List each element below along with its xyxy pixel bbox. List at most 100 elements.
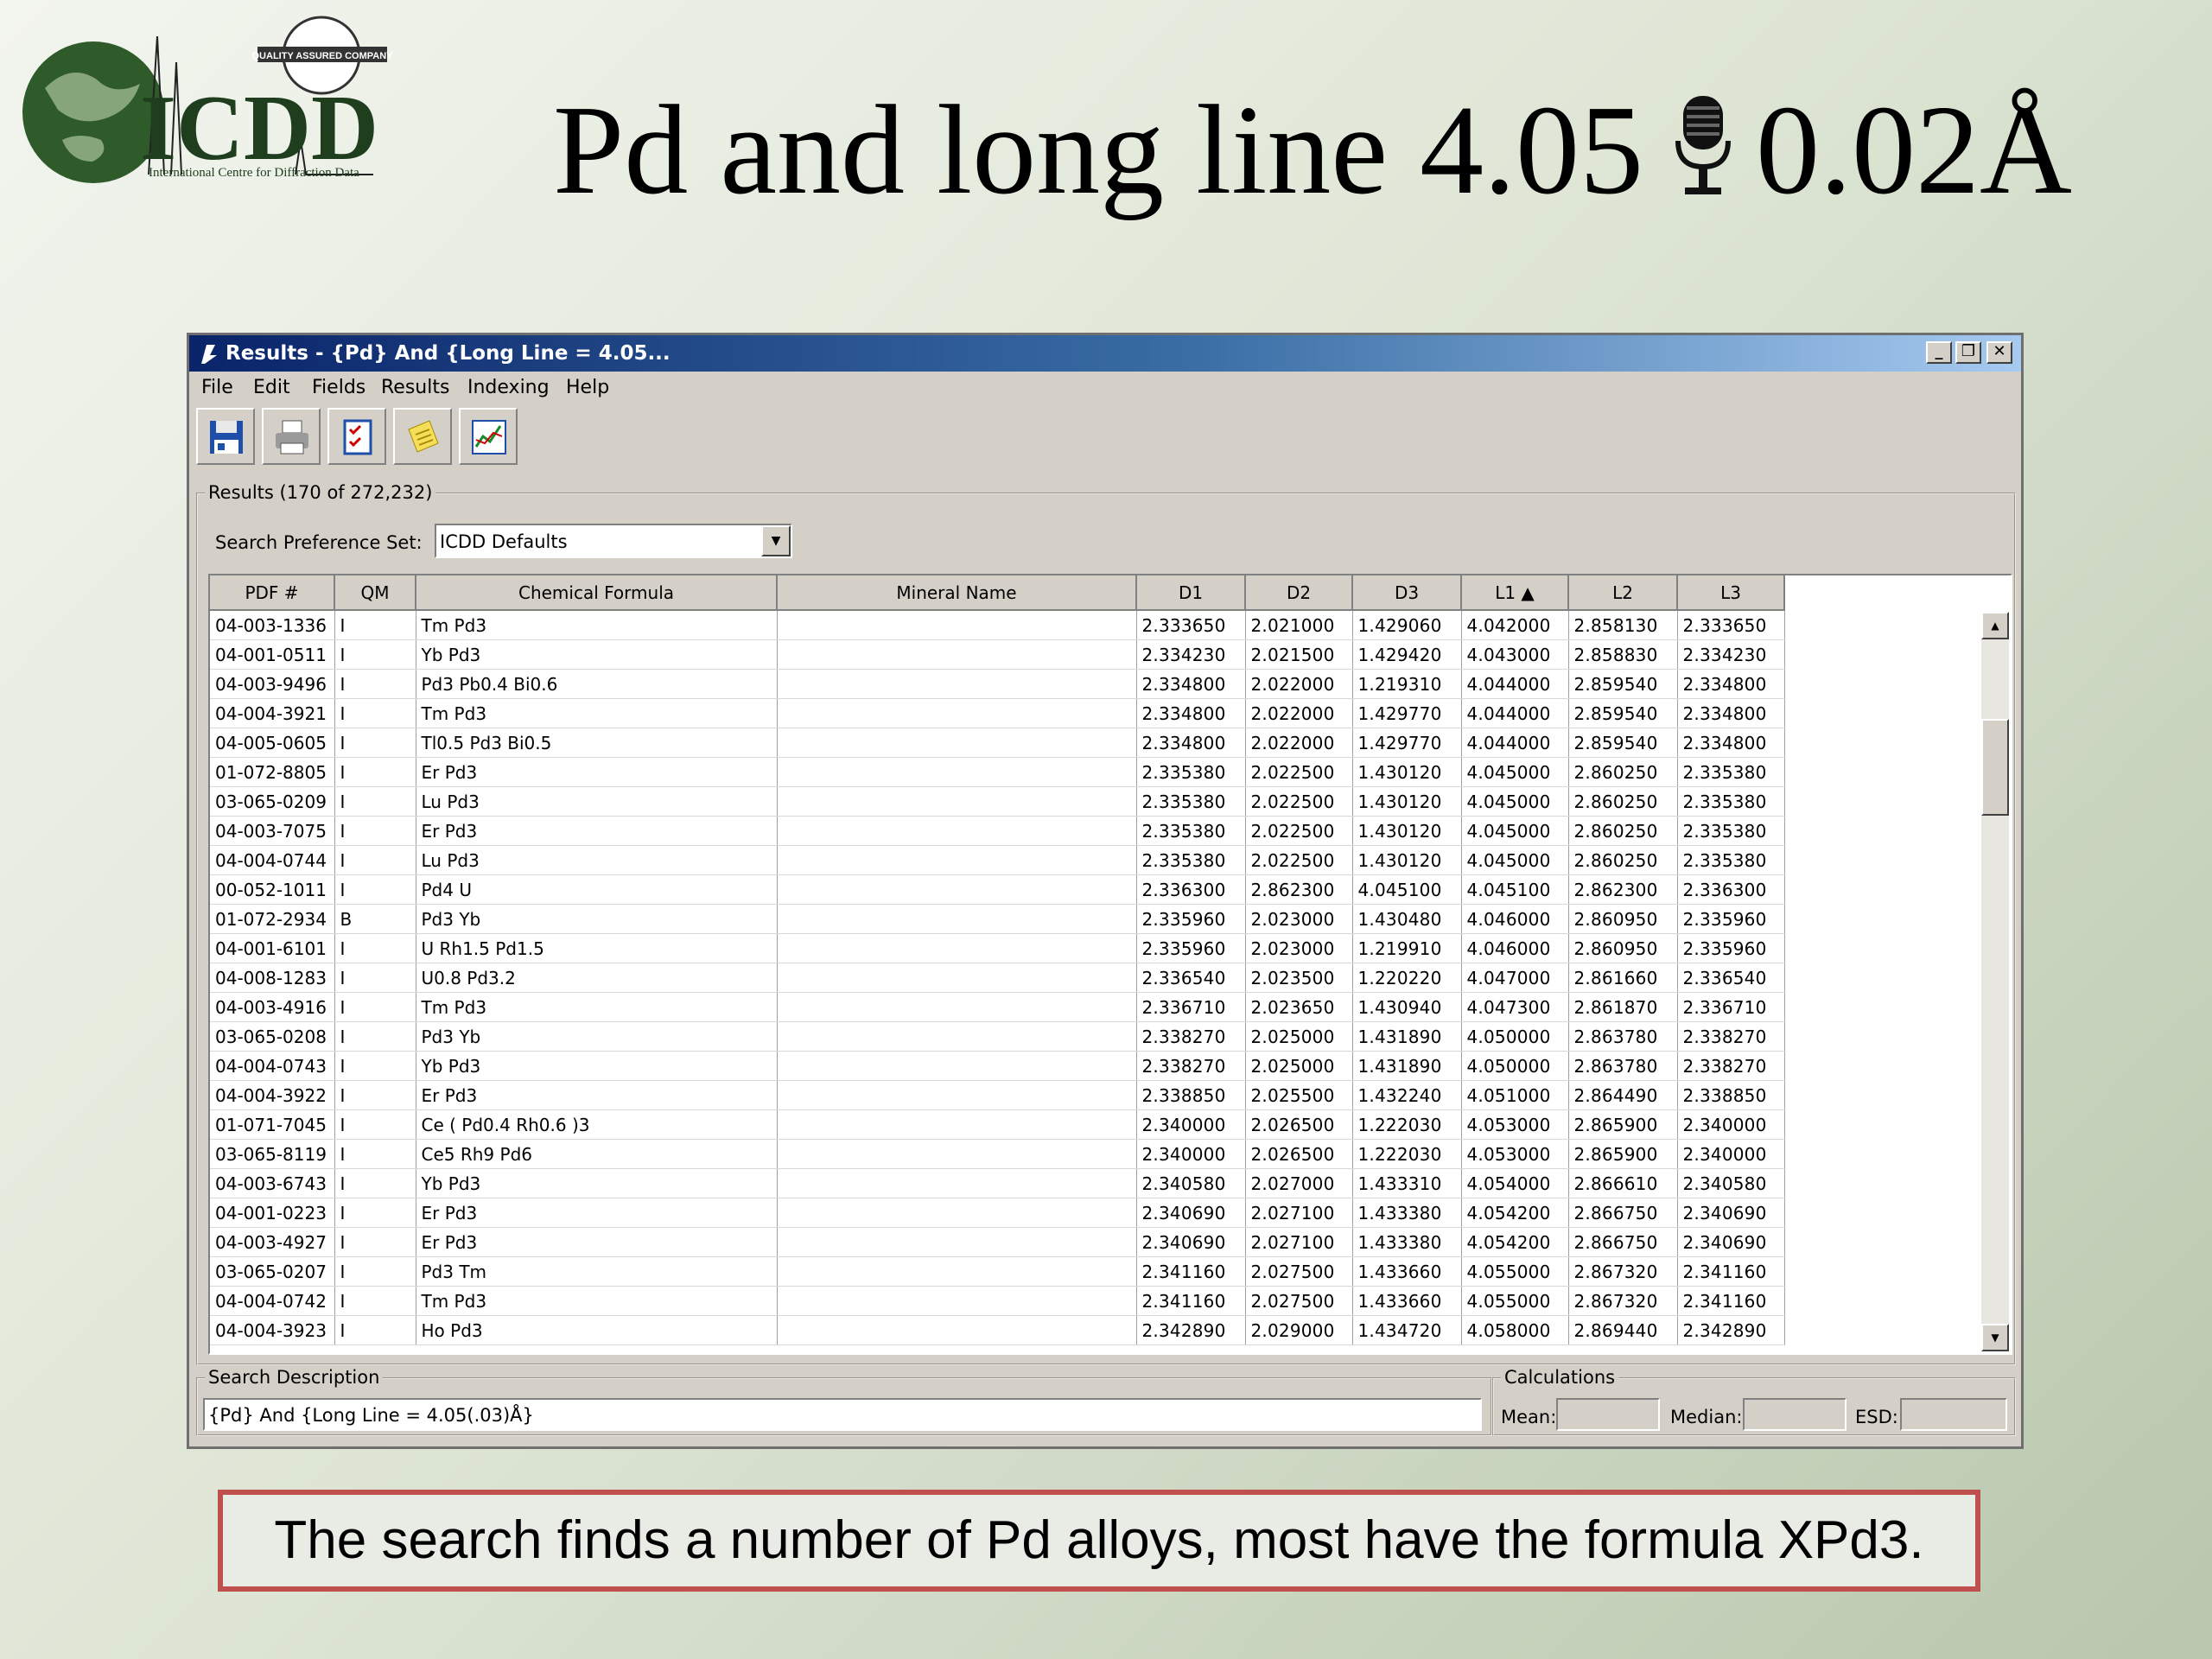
notes-button[interactable] [393, 408, 452, 465]
col-l1-sorted[interactable]: L1 ▲ [1461, 575, 1569, 611]
col-d2[interactable]: D2 [1245, 575, 1353, 611]
slide-caption: The search finds a number of Pd alloys, … [218, 1490, 1980, 1592]
table-row[interactable]: 04-005-0605 I Tl0.5 Pd3 Bi0.5 2.334800 2.022… [210, 728, 1785, 758]
menu-help[interactable]: Help [566, 377, 609, 398]
col-l2[interactable]: L2 [1568, 575, 1678, 611]
search-preference-select[interactable]: ICDD Defaults ▼ [435, 524, 792, 558]
cell-l3: 2.340690 [1677, 1198, 1785, 1228]
scroll-down-button[interactable]: ▼ [1981, 1324, 2009, 1351]
close-button[interactable]: ✕ [1986, 341, 2012, 364]
table-row[interactable]: 01-072-2934 B Pd3 Yb 2.335960 2.023000 1.4304… [210, 904, 1785, 934]
cell-l3: 2.340000 [1677, 1109, 1785, 1140]
cell-pdf-number: 04-003-7075 [210, 816, 335, 846]
cell-l3: 2.338850 [1677, 1080, 1785, 1110]
esd-field[interactable] [1900, 1398, 2007, 1431]
cell-d2: 2.023000 [1245, 904, 1353, 934]
cell-d2: 2.027500 [1245, 1286, 1353, 1316]
cell-l3: 2.338270 [1677, 1051, 1785, 1081]
minimize-button[interactable]: _ [1926, 341, 1952, 364]
cell-d2: 2.023500 [1245, 963, 1353, 993]
menu-edit[interactable]: Edit [253, 377, 290, 398]
col-d1[interactable]: D1 [1136, 575, 1246, 611]
cell-mineral-name [777, 757, 1137, 787]
slide-title-lead: Pd and long line 4.05 [553, 79, 1644, 221]
graph-button[interactable] [459, 408, 518, 465]
table-row[interactable]: 04-001-0511 I Yb Pd3 2.334230 2.021500 1.4294… [210, 639, 1785, 670]
search-description-group: Search Description {Pd} And {Long Line =… [196, 1367, 1492, 1436]
cell-l1: 4.044000 [1461, 669, 1569, 699]
table-row[interactable]: 04-004-0743 I Yb Pd3 2.338270 2.025000 1.4318… [210, 1051, 1785, 1081]
table-row[interactable]: 04-004-3923 I Ho Pd3 2.342890 2.029000 1.4347… [210, 1315, 1785, 1345]
median-field[interactable] [1743, 1398, 1847, 1431]
col-chemical-formula[interactable]: Chemical Formula [416, 575, 778, 611]
cell-l2: 2.863780 [1568, 1021, 1678, 1052]
checklist-button[interactable] [327, 408, 386, 465]
menu-indexing[interactable]: Indexing [467, 377, 550, 398]
table-row[interactable]: 04-001-0223 I Er Pd3 2.340690 2.027100 1.4333… [210, 1198, 1785, 1228]
table-row[interactable]: 04-008-1283 I U0.8 Pd3.2 2.336540 2.023500 1.… [210, 963, 1785, 993]
cell-d2: 2.022500 [1245, 816, 1353, 846]
cell-pdf-number: 01-072-8805 [210, 757, 335, 787]
cell-qm: I [334, 1256, 416, 1287]
table-row[interactable]: 04-003-4927 I Er Pd3 2.340690 2.027100 1.4333… [210, 1227, 1785, 1257]
menu-fields[interactable]: Fields [312, 377, 365, 398]
cell-d3: 1.430120 [1352, 786, 1462, 817]
cell-mineral-name [777, 1021, 1137, 1052]
cell-d3: 1.433660 [1352, 1256, 1462, 1287]
table-row[interactable]: 04-003-7075 I Er Pd3 2.335380 2.022500 1.4301… [210, 816, 1785, 846]
window-titlebar[interactable]: Results - {Pd} And {Long Line = 4.05... … [189, 335, 2021, 372]
cell-d2: 2.022000 [1245, 698, 1353, 728]
table-row[interactable]: 04-004-0744 I Lu Pd3 2.335380 2.022500 1.4301… [210, 845, 1785, 875]
table-row[interactable]: 04-003-1336 I Tm Pd3 2.333650 2.021000 1.4290… [210, 610, 1785, 640]
cell-mineral-name [777, 874, 1137, 905]
mean-field[interactable] [1556, 1398, 1660, 1431]
table-row[interactable]: 01-072-8805 I Er Pd3 2.335380 2.022500 1.4301… [210, 757, 1785, 787]
cell-l2: 2.859540 [1568, 669, 1678, 699]
col-mineral-name[interactable]: Mineral Name [777, 575, 1137, 611]
save-button[interactable] [196, 408, 255, 465]
cell-mineral-name [777, 963, 1137, 993]
cell-d3: 1.431890 [1352, 1051, 1462, 1081]
cell-l3: 2.341160 [1677, 1256, 1785, 1287]
cell-d2: 2.022000 [1245, 728, 1353, 758]
table-row[interactable]: 04-003-4916 I Tm Pd3 2.336710 2.023650 1.4309… [210, 992, 1785, 1022]
cell-mineral-name [777, 639, 1137, 670]
table-row[interactable]: 03-065-0207 I Pd3 Tm 2.341160 2.027500 1.4336… [210, 1256, 1785, 1287]
table-row[interactable]: 04-004-3921 I Tm Pd3 2.334800 2.022000 1.4297… [210, 698, 1785, 728]
cell-l1: 4.046000 [1461, 933, 1569, 963]
col-pdf-number[interactable]: PDF # [210, 575, 335, 611]
table-row[interactable]: 01-071-7045 I Ce ( Pd0.4 Rh0.6 )3 2.340000 2… [210, 1109, 1785, 1140]
search-description-label: Search Description [205, 1367, 384, 1388]
table-row[interactable]: 03-065-0208 I Pd3 Yb 2.338270 2.025000 1.4318… [210, 1021, 1785, 1052]
table-row[interactable]: 04-004-0742 I Tm Pd3 2.341160 2.027500 1.4336… [210, 1286, 1785, 1316]
table-row[interactable]: 04-003-9496 I Pd3 Pb0.4 Bi0.6 2.334800 2.022… [210, 669, 1785, 699]
vertical-scrollbar[interactable]: ▲ ▼ [1981, 612, 2009, 1351]
restore-button[interactable]: ❐ [1955, 341, 1981, 364]
scrollbar-thumb[interactable] [1981, 719, 2009, 816]
cell-pdf-number: 01-072-2934 [210, 904, 335, 934]
search-description-field[interactable]: {Pd} And {Long Line = 4.05(.03)Å} [203, 1398, 1482, 1431]
table-row[interactable]: 03-065-0209 I Lu Pd3 2.335380 2.022500 1.4301… [210, 786, 1785, 817]
cell-chemical-formula: U0.8 Pd3.2 [416, 963, 778, 993]
cell-d2: 2.862300 [1245, 874, 1353, 905]
table-row[interactable]: 04-003-6743 I Yb Pd3 2.340580 2.027000 1.4333… [210, 1168, 1785, 1198]
cell-d3: 1.433310 [1352, 1168, 1462, 1198]
cell-d3: 1.429770 [1352, 698, 1462, 728]
menu-results[interactable]: Results [381, 377, 449, 398]
menu-file[interactable]: File [201, 377, 233, 398]
col-qm[interactable]: QM [334, 575, 416, 611]
table-row[interactable]: 00-052-1011 I Pd4 U 2.336300 2.862300 4.04510… [210, 874, 1785, 905]
print-button[interactable] [262, 408, 321, 465]
table-row[interactable]: 04-004-3922 I Er Pd3 2.338850 2.025500 1.4322… [210, 1080, 1785, 1110]
cell-d1: 2.334800 [1136, 669, 1246, 699]
col-d3[interactable]: D3 [1352, 575, 1462, 611]
table-row[interactable]: 04-001-6101 I U Rh1.5 Pd1.5 2.335960 2.02300… [210, 933, 1785, 963]
table-row[interactable]: 03-065-8119 I Ce5 Rh9 Pd6 2.340000 2.026500 1… [210, 1139, 1785, 1169]
col-l3[interactable]: L3 [1677, 575, 1785, 611]
cell-l2: 2.861660 [1568, 963, 1678, 993]
chevron-down-icon[interactable]: ▼ [761, 525, 791, 556]
cell-mineral-name [777, 1109, 1137, 1140]
cell-l1: 4.045000 [1461, 757, 1569, 787]
scroll-up-button[interactable]: ▲ [1981, 612, 2009, 639]
cell-l1: 4.044000 [1461, 698, 1569, 728]
